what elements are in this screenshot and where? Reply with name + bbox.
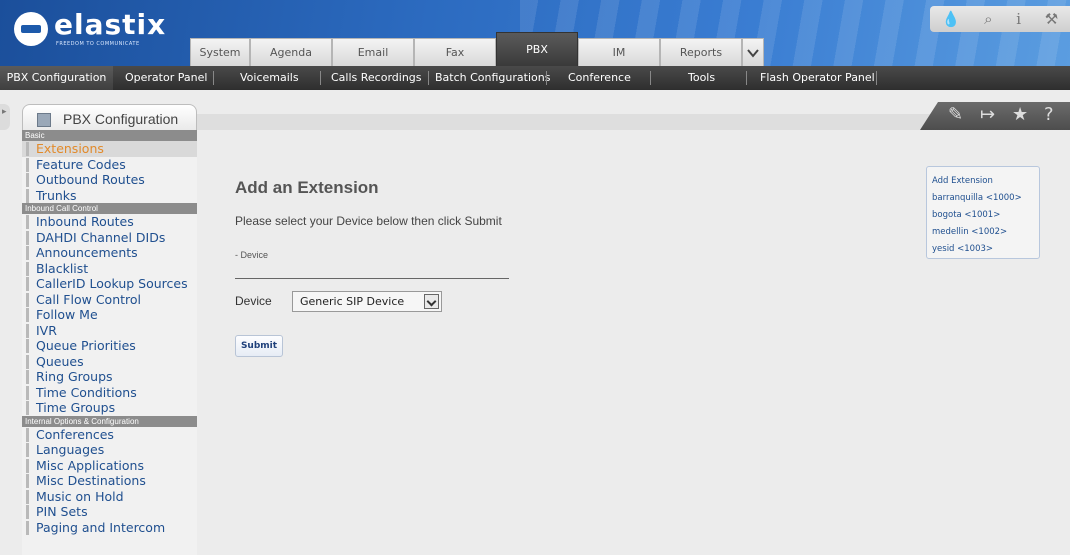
form-instruction: Please select your Device below then cli… [235, 214, 502, 228]
sub-menu-bar: PBX Configuration Operator Panel Voicema… [0, 66, 1070, 90]
drop-icon[interactable]: 💧 [942, 10, 961, 28]
sidebar-item-music-on-hold[interactable]: Music on Hold [22, 489, 197, 505]
more-tabs-chevron-down-icon[interactable] [742, 38, 764, 66]
extension-link[interactable]: yesid <1003> [932, 241, 1034, 258]
device-select-value: Generic SIP Device [300, 295, 405, 308]
menu-batch-configurations[interactable]: Batch Configurations [435, 66, 550, 90]
extension-list-panel: Add Extension barranquilla <1000> bogota <… [926, 166, 1040, 259]
sidebar-item-feature-codes[interactable]: Feature Codes [22, 157, 197, 173]
sidebar-item-time-groups[interactable]: Time Groups [22, 400, 197, 416]
chevron-down-icon[interactable] [424, 294, 439, 309]
logo-tagline: FREEDOM TO COMMUNICATE [56, 41, 140, 47]
sidebar-item-queue-priorities[interactable]: Queue Priorities [22, 338, 197, 354]
sidebar-item-announcements[interactable]: Announcements [22, 245, 197, 261]
extension-link[interactable]: bogota <1001> [932, 207, 1034, 224]
form-title: Add an Extension [235, 178, 379, 197]
add-extension-link[interactable]: Add Extension [932, 173, 1034, 190]
extension-link[interactable]: barranquilla <1000> [932, 190, 1034, 207]
breadcrumb-bar: PBX Configuration ✎ ↦ ★ ? [0, 100, 1070, 132]
sidebar-item-misc-destinations[interactable]: Misc Destinations [22, 473, 197, 489]
search-icon[interactable]: ⌕ [984, 10, 992, 28]
tab-reports[interactable]: Reports [660, 38, 742, 66]
menu-separator [746, 71, 747, 85]
menu-separator [876, 71, 877, 85]
sidebar-item-paging-and-intercom[interactable]: Paging and Intercom [22, 520, 197, 536]
submit-button[interactable]: Submit [235, 335, 283, 357]
menu-separator [320, 71, 321, 85]
sidebar-section-header: Basic [22, 130, 197, 141]
sidebar-section-header: Internal Options & Configuration [22, 415, 197, 427]
sidebar-item-pin-sets[interactable]: PIN Sets [22, 504, 197, 520]
tab-agenda[interactable]: Agenda [250, 38, 332, 66]
sidebar-item-call-flow-control[interactable]: Call Flow Control [22, 292, 197, 308]
menu-separator [213, 71, 214, 85]
sidebar-item-inbound-routes[interactable]: Inbound Routes [22, 214, 197, 230]
sidebar-item-dahdi-channel-dids[interactable]: DAHDI Channel DIDs [22, 230, 197, 246]
sidebar-item-languages[interactable]: Languages [22, 442, 197, 458]
menu-operator-panel[interactable]: Operator Panel [125, 66, 207, 90]
menu-separator [546, 71, 547, 85]
sidebar-item-outbound-routes[interactable]: Outbound Routes [22, 172, 197, 188]
logo-text: elastix [54, 8, 167, 41]
logo-mark-icon [14, 12, 48, 46]
sidebar-item-time-conditions[interactable]: Time Conditions [22, 385, 197, 401]
sidebar-item-ivr[interactable]: IVR [22, 323, 197, 339]
page-title: PBX Configuration [63, 111, 179, 127]
device-section-header: - Device [235, 250, 269, 260]
menu-pbx-configuration[interactable]: PBX Configuration [0, 66, 113, 90]
sidebar-item-blacklist[interactable]: Blacklist [22, 261, 197, 277]
star-icon[interactable]: ★ [1012, 104, 1028, 125]
sidebar-item-conferences[interactable]: Conferences [22, 427, 197, 443]
menu-calls-recordings[interactable]: Calls Recordings [331, 66, 422, 90]
extension-link[interactable]: medellin <1002> [932, 224, 1034, 241]
tab-system[interactable]: System [190, 38, 250, 66]
menu-conference[interactable]: Conference [568, 66, 631, 90]
menu-tools[interactable]: Tools [688, 66, 715, 90]
sidebar-item-follow-me[interactable]: Follow Me [22, 307, 197, 323]
help-icon[interactable]: ? [1044, 104, 1054, 125]
tab-pbx[interactable]: PBX [496, 32, 578, 66]
breadcrumb-strip [197, 114, 937, 130]
menu-separator [428, 71, 429, 85]
main-content: Add an Extension Please select your Devi… [197, 130, 1070, 555]
page-actions: ✎ ↦ ★ ? [920, 102, 1070, 130]
device-select[interactable]: Generic SIP Device [292, 291, 442, 312]
tab-email[interactable]: Email [332, 38, 414, 66]
section-divider [235, 278, 509, 279]
sidebar-toggle-icon[interactable] [0, 104, 10, 130]
module-icon [37, 113, 51, 127]
info-icon[interactable]: i [1016, 10, 1021, 28]
sidebar-item-misc-applications[interactable]: Misc Applications [22, 458, 197, 474]
app-header: elastix FREEDOM TO COMMUNICATE System Ag… [0, 0, 1070, 66]
menu-separator [650, 71, 651, 85]
tools-icon[interactable]: ⚒ [1045, 10, 1058, 28]
sidebar-item-ring-groups[interactable]: Ring Groups [22, 369, 197, 385]
history-icon[interactable]: ↦ [980, 104, 995, 125]
device-label: Device [235, 294, 272, 308]
breadcrumb: PBX Configuration [22, 104, 197, 132]
sidebar-section-header: Inbound Call Control [22, 203, 197, 214]
sidebar-item-callerid-lookup-sources[interactable]: CallerID Lookup Sources [22, 276, 197, 292]
elastix-logo[interactable]: elastix FREEDOM TO COMMUNICATE [14, 8, 184, 50]
sidebar-item-trunks[interactable]: Trunks [22, 188, 197, 204]
tab-im[interactable]: IM [578, 38, 660, 66]
tab-fax[interactable]: Fax [414, 38, 496, 66]
menu-flash-operator-panel[interactable]: Flash Operator Panel [760, 66, 875, 90]
header-toolbar: 💧 ⌕ i ⚒ [930, 6, 1070, 32]
sidebar: Basic Extensions Feature Codes Outbound Rou… [22, 130, 197, 555]
module-tabs: System Agenda Email Fax PBX IM Reports [190, 32, 764, 66]
sidebar-item-extensions[interactable]: Extensions [22, 141, 197, 157]
edit-icon[interactable]: ✎ [948, 104, 963, 125]
menu-voicemails[interactable]: Voicemails [240, 66, 299, 90]
sidebar-item-queues[interactable]: Queues [22, 354, 197, 370]
